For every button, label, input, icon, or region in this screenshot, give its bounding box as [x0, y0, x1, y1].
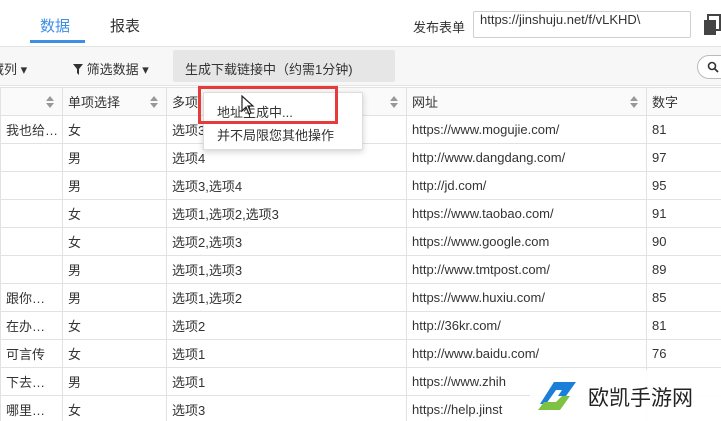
table-cell[interactable]: 选项1,选项3: [166, 255, 407, 284]
table-cell[interactable]: 85: [646, 283, 721, 312]
table-cell[interactable]: 选项1: [166, 339, 407, 368]
column-header[interactable]: [0, 87, 63, 116]
table-cell[interactable]: 女: [62, 115, 167, 144]
filter-icon: [73, 64, 83, 75]
table-cell[interactable]: 选项1,选项2: [166, 283, 407, 312]
table-cell[interactable]: http://36kr.com/: [406, 311, 647, 340]
table-row[interactable]: 女选项1,选项2,选项3 https://www.taobao.com/91: [0, 199, 721, 228]
table-cell[interactable]: 下去…: [0, 367, 63, 396]
table-cell[interactable]: http://www.baidu.com/: [406, 339, 647, 368]
table-cell[interactable]: 女: [62, 311, 167, 340]
sort-icon[interactable]: [630, 96, 638, 108]
copy-icon[interactable]: [703, 14, 721, 36]
table-cell[interactable]: 95: [646, 171, 721, 200]
highlight-box: [198, 86, 338, 124]
table-cell[interactable]: [0, 199, 63, 228]
table-cell[interactable]: http://jd.com/: [406, 171, 647, 200]
table-cell[interactable]: 90: [646, 227, 721, 256]
table-row[interactable]: 可言传女选项1 http://www.baidu.com/76: [0, 339, 721, 368]
site-logo-icon: [538, 382, 576, 410]
table-cell[interactable]: 男: [62, 367, 167, 396]
column-header-label: 多项: [172, 95, 199, 110]
table-cell[interactable]: [0, 227, 63, 256]
table-cell[interactable]: 97: [646, 143, 721, 172]
column-header[interactable]: 数字: [646, 87, 721, 116]
table-cell[interactable]: 81: [646, 311, 721, 340]
top-bar: 数据 报表 发布表单 https://jinshuju.net/f/vLKHD\: [0, 0, 721, 46]
watermark: 欧凯手游网: [530, 370, 721, 421]
dropdown-item-note: 并不局限您其他操作: [217, 128, 335, 143]
table-cell[interactable]: http://www.dangdang.com/: [406, 143, 647, 172]
table-cell[interactable]: 哪里…: [0, 395, 63, 421]
active-tab-underline: [30, 40, 85, 43]
table-cell[interactable]: 女: [62, 227, 167, 256]
publish-form-label: 发布表单: [413, 20, 466, 35]
table-cell[interactable]: 选项2: [166, 311, 407, 340]
table-cell[interactable]: https://www.google.com: [406, 227, 647, 256]
download-progress-button[interactable]: 生成下载链接中（约需1分钟): [173, 50, 395, 82]
search-icon: [707, 61, 719, 73]
table-row[interactable]: 男选项1,选项3 http://www.tmtpost.com/89: [0, 255, 721, 284]
table-cell[interactable]: https://www.taobao.com/: [406, 199, 647, 228]
table-row[interactable]: 女选项2,选项3 https://www.google.com 90: [0, 227, 721, 256]
table-cell[interactable]: 81: [646, 115, 721, 144]
table-cell[interactable]: 女: [62, 199, 167, 228]
table-cell[interactable]: 76: [646, 339, 721, 368]
download-progress-label: 生成下载链接中（约需1分钟): [185, 62, 353, 77]
publish-url-field[interactable]: https://jinshuju.net/f/vLKHD\: [473, 11, 691, 38]
table-cell[interactable]: 女: [62, 339, 167, 368]
table-cell[interactable]: 男: [62, 255, 167, 284]
table-cell[interactable]: 男: [62, 283, 167, 312]
search-button[interactable]: [697, 55, 721, 79]
table-cell[interactable]: https://www.mogujie.com/: [406, 115, 647, 144]
watermark-text: 欧凯手游网: [588, 387, 693, 410]
table-cell[interactable]: 选项2,选项3: [166, 227, 407, 256]
table-cell[interactable]: https://www.huxiu.com/: [406, 283, 647, 312]
sort-icon[interactable]: [150, 96, 158, 108]
table-cell[interactable]: 选项3,选项4: [166, 171, 407, 200]
toolbar: 隐藏列 ▾ 筛选数据 ▾ 生成下载链接中（约需1分钟): [0, 46, 721, 86]
tab-report[interactable]: 报表: [110, 15, 140, 36]
table-cell[interactable]: 选项1,选项2,选项3: [166, 199, 407, 228]
column-header-label: 网址: [412, 95, 439, 110]
table-cell[interactable]: 选项3: [166, 395, 407, 421]
table-row[interactable]: 在办… 女选项2 http://36kr.com/81: [0, 311, 721, 340]
table-row[interactable]: 男选项3,选项4 http://jd.com/95: [0, 171, 721, 200]
table-cell[interactable]: [0, 171, 63, 200]
table-cell[interactable]: 89: [646, 255, 721, 284]
table-cell[interactable]: 可言传: [0, 339, 63, 368]
table-cell[interactable]: 男: [62, 143, 167, 172]
table-cell[interactable]: 91: [646, 199, 721, 228]
sort-icon[interactable]: [390, 96, 398, 108]
table-cell[interactable]: [0, 255, 63, 284]
table-row[interactable]: 跟你… 男选项1,选项2 https://www.huxiu.com/85: [0, 283, 721, 312]
mouse-cursor-icon: [241, 95, 255, 115]
sort-icon[interactable]: [46, 96, 54, 108]
table-cell[interactable]: 女: [62, 395, 167, 421]
column-header[interactable]: 单项选择: [62, 87, 167, 116]
hidden-columns-label: 隐藏列: [0, 62, 18, 77]
column-header[interactable]: 网址: [406, 87, 647, 116]
table-cell[interactable]: 选项1: [166, 367, 407, 396]
filter-label: 筛选数据: [86, 62, 139, 77]
filter-button[interactable]: 筛选数据 ▾: [73, 59, 149, 78]
column-header-label: 单项选择: [68, 95, 121, 110]
tab-data[interactable]: 数据: [40, 15, 70, 36]
table-cell[interactable]: [0, 143, 63, 172]
table-cell[interactable]: 在办…: [0, 311, 63, 340]
hidden-columns-button[interactable]: 隐藏列 ▾: [0, 59, 27, 78]
table-cell[interactable]: 我也给…: [0, 115, 63, 144]
table-cell[interactable]: 跟你…: [0, 283, 63, 312]
table-cell[interactable]: http://www.tmtpost.com/: [406, 255, 647, 284]
table-cell[interactable]: 男: [62, 171, 167, 200]
column-header-label: 数字: [652, 95, 679, 110]
